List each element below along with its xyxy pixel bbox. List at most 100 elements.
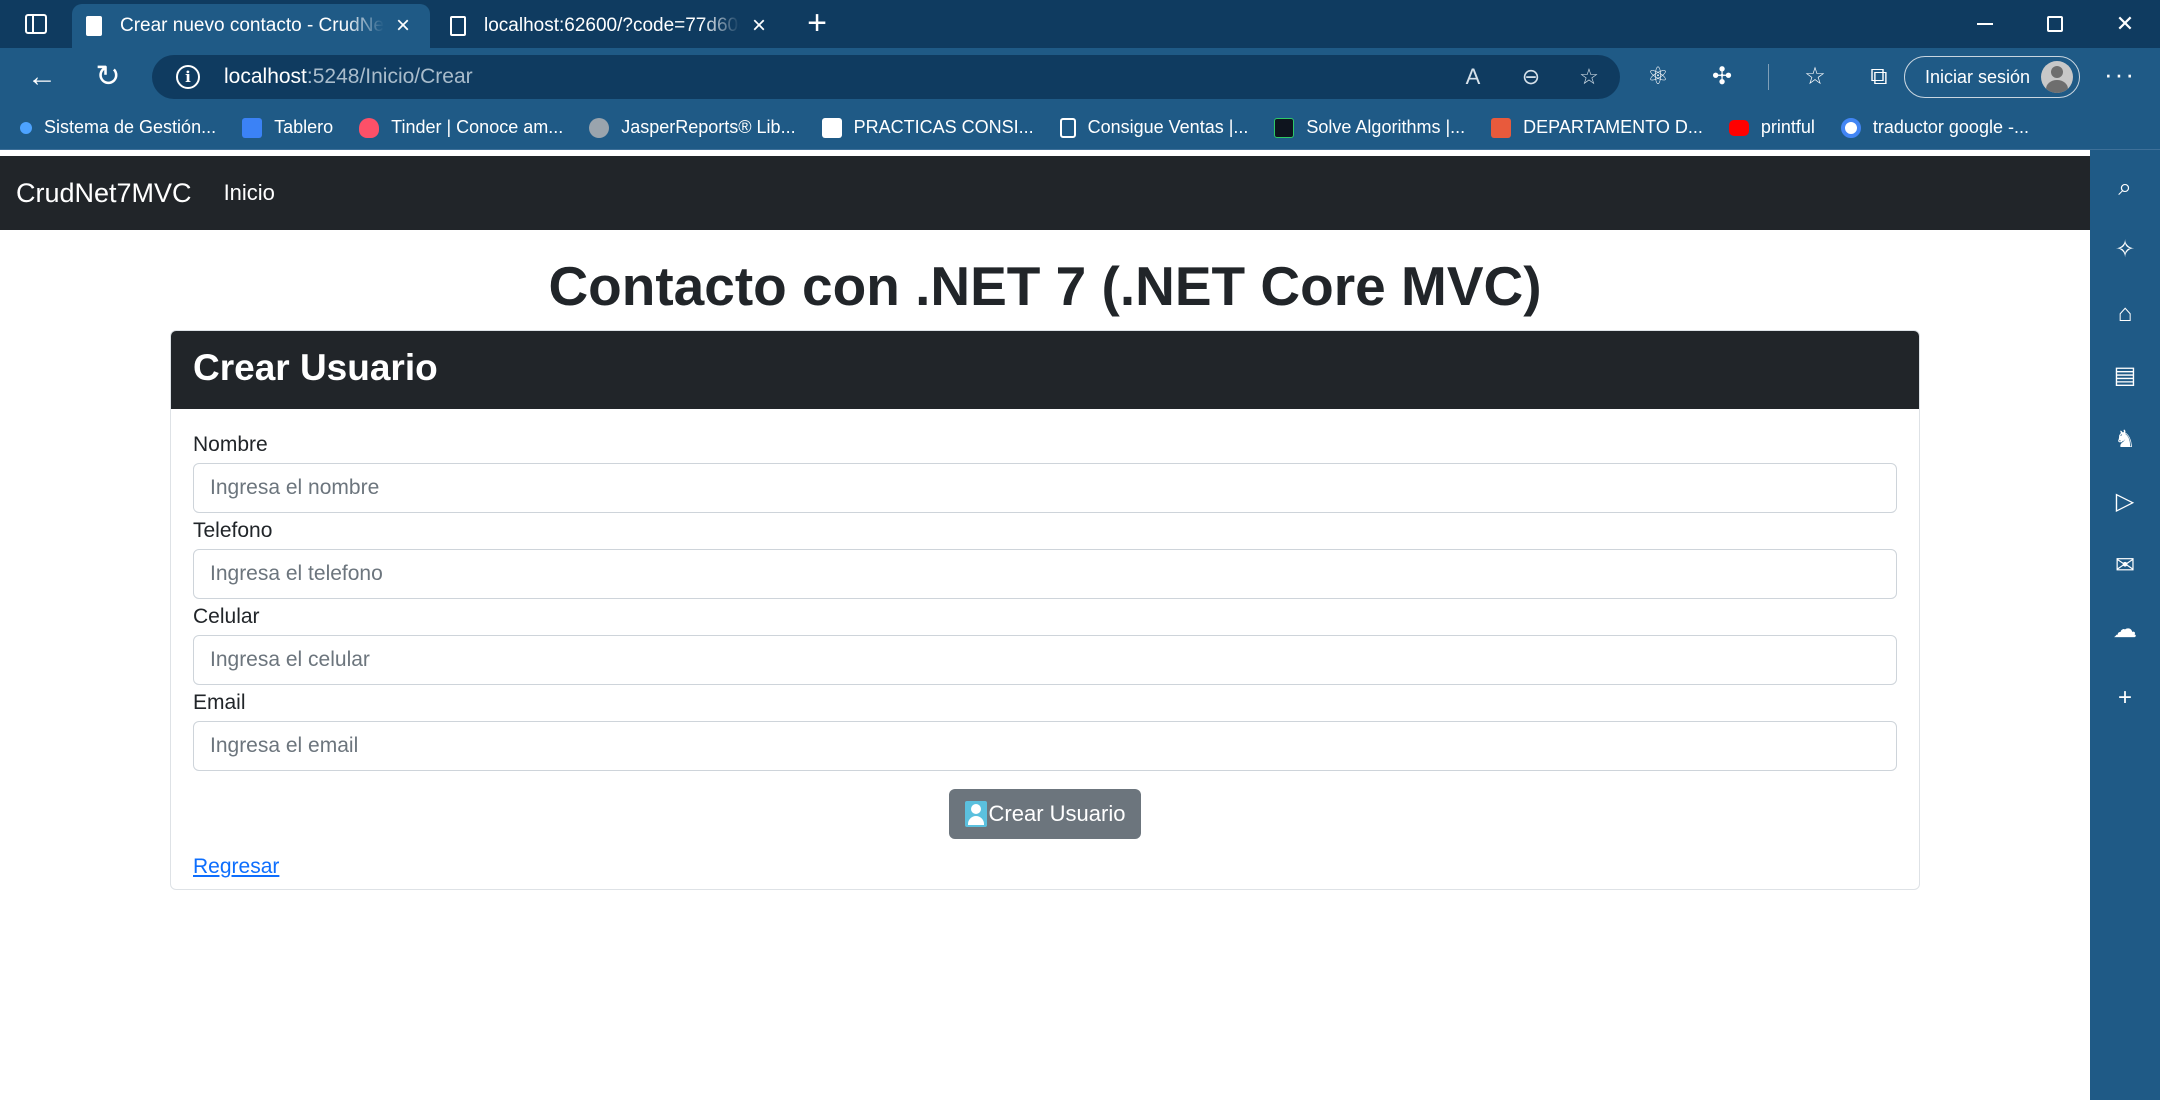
bing-chat-icon[interactable]: ▷ <box>2090 482 2160 522</box>
bookmark-label: PRACTICAS CONSI... <box>853 117 1034 137</box>
bookmark-item[interactable]: printful <box>1728 117 1815 138</box>
google-icon <box>1840 117 1861 138</box>
outlook-icon[interactable]: ✉ <box>2090 546 2160 586</box>
signin-button[interactable]: Iniciar sesión <box>1904 56 2080 98</box>
back-link[interactable]: Regresar <box>193 855 279 879</box>
submit-row: Crear Usuario <box>193 789 1897 839</box>
shopping-tag-icon[interactable]: ⌂ <box>2090 294 2160 334</box>
page-icon <box>450 16 466 36</box>
email-field[interactable] <box>193 721 1897 771</box>
url-path: :5248/Inicio/Crear <box>306 65 473 88</box>
office-icon <box>1491 117 1512 138</box>
app-navbar: CrudNet7MVC Inicio <box>0 156 2090 230</box>
copilot-icon[interactable]: ✧ <box>2090 230 2160 270</box>
drop-icon[interactable]: ☁ <box>2090 610 2160 650</box>
toolbar-separator <box>1768 64 1769 90</box>
minimize-button[interactable] <box>1950 0 2020 48</box>
close-window-button[interactable]: ✕ <box>2090 0 2160 48</box>
bookmark-label: Tablero <box>274 117 334 137</box>
bookmark-item[interactable]: JasperReports® Lib... <box>589 117 796 138</box>
bookmark-item[interactable]: PRACTICAS CONSI... <box>821 117 1034 138</box>
restore-icon <box>2047 16 2063 32</box>
address-bar-actions: A ⊖ ☆ <box>1460 55 1602 99</box>
create-user-card: Crear Usuario Nombre Telefono Celular Em… <box>170 330 1920 890</box>
bookmark-label: Solve Algorithms |... <box>1306 117 1466 137</box>
nombre-field[interactable] <box>193 463 1897 513</box>
collections-icon[interactable]: ⧉ <box>1861 59 1897 95</box>
tab-title: localhost:62600/?code=77d60d2 <box>484 15 740 36</box>
telefono-field[interactable] <box>193 549 1897 599</box>
bookmark-label: Consigue Ventas |... <box>1087 117 1249 137</box>
new-tab-button[interactable]: + <box>800 6 834 42</box>
address-bar[interactable]: i localhost:5248/Inicio/Crear A ⊖ ☆ <box>152 55 1620 99</box>
bookmark-item[interactable]: Tinder | Conoce am... <box>359 117 563 138</box>
tab-actions-icon <box>25 14 47 34</box>
page-icon <box>1059 117 1076 138</box>
browser-titlebar: Crear nuevo contacto - CrudNet7MVC × loc… <box>0 0 2160 48</box>
maximize-button[interactable] <box>2020 0 2090 48</box>
bookmark-item[interactable]: Solve Algorithms |... <box>1274 117 1465 138</box>
games-icon[interactable]: ♞ <box>2090 420 2160 460</box>
create-user-label: Crear Usuario <box>988 801 1126 826</box>
tools-briefcase-icon[interactable]: ▤ <box>2090 356 2160 396</box>
toolbar-actions: ⚛ ✣ ☆ ⧉ <box>1640 59 1897 95</box>
bookmark-label: DEPARTAMENTO D... <box>1523 117 1703 137</box>
tab-crear-contacto[interactable]: Crear nuevo contacto - CrudNet7MVC × <box>72 4 430 48</box>
bookmark-item[interactable]: Consigue Ventas |... <box>1059 117 1249 138</box>
bookmarks-bar: Sistema de Gestión... Tablero Tinder | C… <box>0 106 2160 150</box>
extensions-icon[interactable]: ✣ <box>1704 59 1740 95</box>
person-icon <box>964 801 987 827</box>
youtube-icon <box>1728 119 1749 136</box>
zoom-out-icon[interactable]: ⊖ <box>1518 64 1544 90</box>
bookmark-item[interactable]: traductor google -... <box>1840 117 2029 138</box>
tab-actions-button[interactable] <box>20 10 52 38</box>
bookmark-label: Sistema de Gestión... <box>44 117 217 137</box>
url-host: localhost <box>224 65 307 88</box>
gear-icon <box>20 121 32 134</box>
create-user-button[interactable]: Crear Usuario <box>948 789 1142 839</box>
arrow-left-icon: ← <box>27 60 57 93</box>
jasper-icon <box>589 117 610 138</box>
celular-field[interactable] <box>193 635 1897 685</box>
react-devtools-icon[interactable]: ⚛ <box>1640 59 1676 95</box>
more-options-button[interactable]: ··· <box>2100 59 2140 95</box>
search-icon[interactable]: ⌕ <box>2090 168 2160 208</box>
page-content: CrudNet7MVC Inicio Contacto con .NET 7 (… <box>0 150 2090 1100</box>
tab-localhost-code[interactable]: localhost:62600/?code=77d60d2 × <box>436 4 786 48</box>
ellipsis-icon: ··· <box>2104 59 2136 89</box>
bookmark-label: printful <box>1760 117 1815 137</box>
card-header: Crear Usuario <box>171 331 1919 409</box>
bookmark-label: Tinder | Conoce am... <box>391 117 564 137</box>
telefono-label: Telefono <box>193 519 273 542</box>
trello-icon <box>821 117 842 138</box>
favorites-icon[interactable]: ☆ <box>1797 59 1833 95</box>
info-icon[interactable]: i <box>176 65 200 89</box>
close-icon: ✕ <box>2115 11 2135 36</box>
bookmark-item[interactable]: DEPARTAMENTO D... <box>1491 117 1703 138</box>
address-url[interactable]: localhost:5248/Inicio/Crear <box>224 65 473 89</box>
page-title: Contacto con .NET 7 (.NET Core MVC) <box>548 255 1542 317</box>
email-label: Email <box>193 691 246 714</box>
refresh-button[interactable]: ↻ <box>88 59 128 95</box>
tab-title: Crear nuevo contacto - CrudNet7MVC <box>120 15 384 36</box>
add-icon[interactable]: + <box>2090 678 2160 718</box>
minimize-icon <box>1977 23 1993 25</box>
avatar <box>2041 61 2073 93</box>
card-body: Nombre Telefono Celular Email Crear Usua… <box>171 409 1919 879</box>
signin-label: Iniciar sesión <box>1925 66 2031 87</box>
edge-sidebar: ⌕ ✧ ⌂ ▤ ♞ ▷ ✉ ☁ + <box>2090 150 2160 1100</box>
close-icon[interactable]: × <box>390 14 416 38</box>
hackerrank-icon <box>1274 117 1295 138</box>
close-icon[interactable]: × <box>746 14 772 38</box>
bookmark-item[interactable]: Tablero <box>242 117 333 138</box>
bookmark-item[interactable]: Sistema de Gestión... <box>20 117 216 138</box>
bookmark-label: JasperReports® Lib... <box>621 117 796 137</box>
read-aloud-icon[interactable]: A <box>1460 64 1486 90</box>
add-favorite-icon[interactable]: ☆ <box>1576 64 1602 90</box>
back-button[interactable]: ← <box>22 59 62 95</box>
navbar-brand[interactable]: CrudNet7MVC <box>16 178 192 209</box>
nav-link-inicio[interactable]: Inicio <box>224 180 275 206</box>
window-controls: ✕ <box>1950 0 2160 48</box>
celular-label: Celular <box>193 605 260 628</box>
browser-toolbar: ← ↻ i localhost:5248/Inicio/Crear A ⊖ ☆ … <box>0 48 2160 106</box>
